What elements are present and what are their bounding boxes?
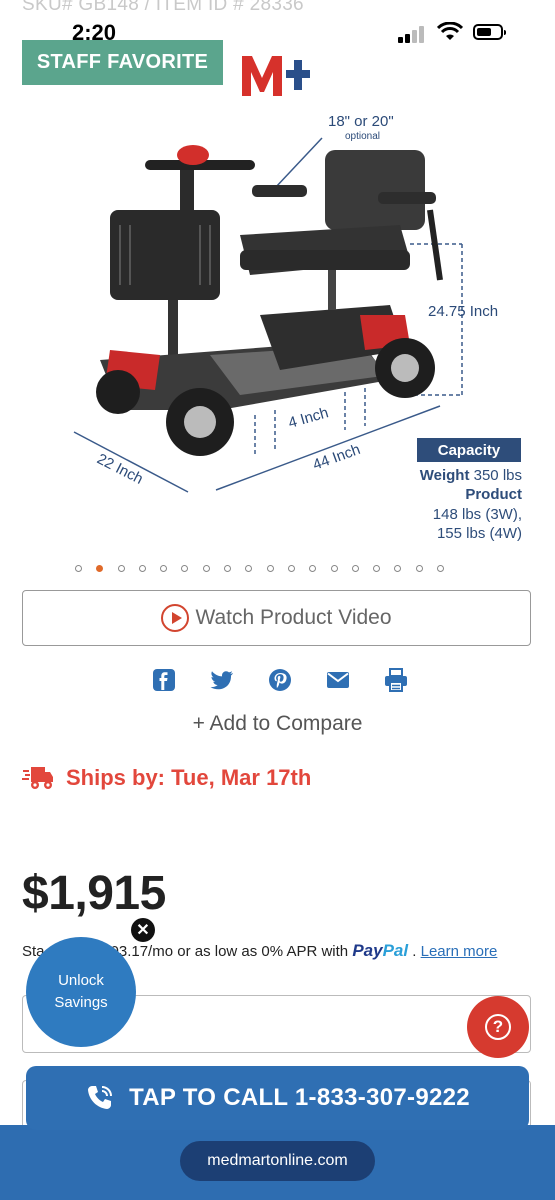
tap-to-call-label: TAP TO CALL 1-833-307-9222 — [129, 1084, 470, 1111]
product-image[interactable]: 18" or 20" optional 24.75 Inch 4 Inch 22… — [60, 110, 540, 550]
unlock-savings-button[interactable]: Unlock Savings — [26, 937, 136, 1047]
shipping-info: Ships by: Tue, Mar 17th — [22, 764, 311, 792]
carousel-dot[interactable] — [224, 565, 232, 572]
carousel-dot[interactable] — [181, 565, 189, 572]
add-to-compare-link[interactable]: + Add to Compare — [0, 712, 555, 736]
carousel-dot[interactable] — [202, 565, 210, 572]
carousel-dot[interactable] — [394, 565, 402, 572]
play-icon — [161, 604, 190, 632]
carousel-dot[interactable] — [287, 565, 295, 572]
carousel-dot[interactable] — [266, 565, 274, 572]
carousel-dot[interactable] — [117, 565, 125, 572]
watch-video-button[interactable]: Watch Product Video — [22, 590, 531, 646]
unlock-line-1: Unlock — [58, 971, 104, 989]
pinterest-icon[interactable] — [268, 668, 292, 692]
clearance-label: 4 Inch — [286, 404, 330, 432]
share-row — [152, 668, 408, 692]
delivery-truck-icon — [22, 767, 53, 789]
carousel-dot[interactable] — [437, 565, 445, 572]
sku-text: SKU# GB148 / ITEM ID # 28336 — [22, 0, 304, 15]
seat-width-label: 18" or 20" — [328, 113, 394, 130]
tap-to-call-button[interactable]: TAP TO CALL 1-833-307-9222 — [26, 1066, 529, 1130]
carousel-dot[interactable] — [373, 565, 381, 572]
carousel-dot[interactable] — [138, 565, 146, 572]
capacity-title: Capacity — [417, 438, 521, 462]
weight-line: Weight 350 lbs — [420, 467, 522, 484]
wifi-icon — [437, 22, 463, 40]
product-weight-3w: 148 lbs (3W), — [432, 506, 522, 523]
weight-label: Weight — [419, 467, 470, 484]
length-label: 44 Inch — [311, 441, 363, 474]
help-button[interactable]: ? — [467, 996, 529, 1058]
carousel-dot[interactable] — [415, 565, 423, 572]
product-label: Product — [465, 486, 522, 503]
learn-more-link[interactable]: Learn more — [421, 943, 498, 960]
product-weight-4w: 155 lbs (4W) — [436, 525, 522, 542]
financing-dot: . — [412, 943, 417, 960]
carousel-dot[interactable] — [75, 565, 82, 572]
weight-value: 350 lbs — [473, 467, 522, 484]
carousel-dot[interactable] — [351, 565, 359, 572]
watch-video-label: Watch Product Video — [195, 606, 392, 629]
staff-favorite-badge: STAFF FAVORITE — [22, 40, 223, 85]
email-icon[interactable] — [326, 668, 350, 692]
financing-mid: 03.17/mo or as low as 0% APR with — [110, 943, 349, 960]
twitter-icon[interactable] — [210, 668, 234, 692]
medmart-logo-icon — [242, 56, 310, 96]
carousel-dot[interactable] — [309, 565, 317, 572]
unlock-line-2: Savings — [54, 994, 108, 1011]
cellular-signal-icon — [398, 25, 428, 43]
print-icon[interactable] — [384, 668, 408, 692]
carousel-dots[interactable] — [75, 565, 445, 572]
ships-by-text: Ships by: Tue, Mar 17th — [66, 765, 312, 790]
browser-url-bar[interactable]: medmartonline.com — [180, 1141, 375, 1181]
height-label: 24.75 Inch — [428, 303, 498, 320]
product-price: $1,915 — [22, 867, 166, 920]
carousel-dot[interactable] — [160, 565, 168, 572]
close-promo-icon[interactable]: ✕ — [131, 918, 155, 942]
paypal-logo: PayPal — [352, 941, 409, 960]
phone-icon — [88, 1086, 113, 1109]
carousel-dot[interactable] — [96, 565, 104, 572]
seat-width-note: optional — [345, 131, 380, 142]
facebook-icon[interactable] — [152, 668, 176, 692]
question-icon: ? — [485, 1014, 511, 1040]
carousel-dot[interactable] — [330, 565, 338, 572]
carousel-dot[interactable] — [245, 565, 253, 572]
battery-icon — [473, 24, 506, 40]
